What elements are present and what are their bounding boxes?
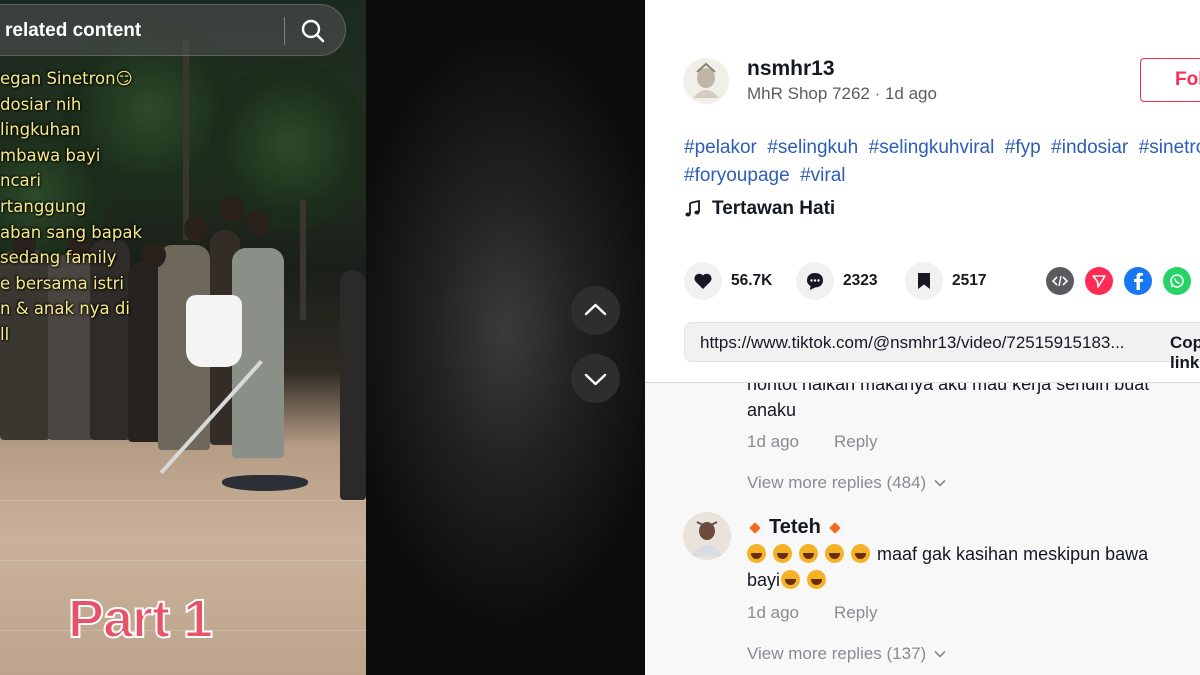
video-detail-panel: nsmhr13 MhR Shop 7262 · 1d ago Follow #p… [645, 0, 1200, 675]
diamond-icon [749, 521, 761, 534]
favorite-button[interactable]: 2517 [905, 262, 986, 300]
view-more-replies-label: View more replies (484) [747, 473, 927, 492]
search-icon[interactable] [299, 17, 327, 45]
view-more-replies-button[interactable]: View more replies (137) [747, 644, 946, 664]
comment-text: maaf gak kasihan meskipun bawa [747, 541, 1148, 567]
blurred-backdrop [366, 0, 645, 675]
comment-text: nontot naikan makanya aku mau kerja send… [747, 383, 1150, 394]
hashtag-link[interactable]: #pelakor [684, 137, 757, 158]
video-link-field[interactable]: https://www.tiktok.com/@nsmhr13/video/72… [684, 322, 1200, 372]
view-more-replies-button[interactable]: View more replies (484) [747, 473, 946, 493]
laughing-emoji-icon [773, 544, 792, 563]
author-avatar[interactable] [683, 58, 729, 104]
search-divider [284, 17, 285, 45]
music-note-icon [685, 200, 700, 217]
comment-count: 2323 [843, 272, 878, 289]
hashtag-link[interactable]: #fyp [1005, 137, 1041, 158]
laughing-emoji-icon [825, 544, 844, 563]
comment-icon [807, 273, 823, 290]
video-url: https://www.tiktok.com/@nsmhr13/video/72… [700, 333, 1125, 352]
comment-button[interactable]: 2323 [796, 262, 877, 300]
hashtag-list: #pelakor #selingkuh #selingkuhviral #fyp… [684, 134, 1200, 190]
next-video-button[interactable] [571, 354, 620, 403]
author-username[interactable]: nsmhr13 [747, 57, 835, 81]
save-count: 2517 [952, 272, 987, 289]
chevron-down-icon [584, 373, 607, 386]
previous-video-button[interactable] [571, 286, 620, 335]
diamond-icon [829, 521, 841, 534]
copy-link-button[interactable]: Copy link [1170, 333, 1200, 373]
like-button[interactable]: 56.7K [684, 262, 772, 300]
chevron-down-icon [934, 479, 946, 487]
hashtag-link[interactable]: #selingkuh [767, 137, 858, 158]
commenter-name[interactable]: Teteh [749, 516, 841, 539]
laughing-emoji-icon [807, 570, 827, 589]
commenter-avatar[interactable] [683, 512, 731, 560]
overlay-line: mbawa bayi [0, 145, 101, 165]
like-count: 56.7K [731, 272, 773, 289]
laughing-emoji-icon [747, 544, 766, 563]
bookmark-icon [918, 273, 930, 289]
hashtag-link[interactable]: #foryoupage [684, 165, 790, 186]
video-caption-overlay: egan Sinetron😏 dosiar nih lingkuhan mbaw… [0, 66, 200, 348]
overlay-line: ll [0, 324, 10, 344]
overlay-line: dosiar nih [0, 94, 82, 114]
overlay-line: aban sang bapak [0, 222, 143, 242]
mop-head [222, 475, 308, 491]
follow-button[interactable]: Follow [1140, 58, 1200, 102]
facebook-icon[interactable] [1124, 267, 1152, 295]
comment-time: 1d ago [747, 603, 799, 622]
video-area: egan Sinetron😏 dosiar nih lingkuhan mbaw… [0, 0, 645, 675]
overlay-line: n & anak nya di [0, 299, 130, 319]
hashtag-link[interactable]: #indosiar [1051, 137, 1128, 158]
heart-icon [694, 273, 712, 289]
video-player[interactable]: egan Sinetron😏 dosiar nih lingkuhan mbaw… [0, 0, 366, 675]
overlay-line: ncari [0, 171, 42, 191]
overlay-line: rtanggung [0, 196, 87, 216]
comment-text-body: bayi [747, 570, 781, 590]
view-more-replies-label: View more replies (137) [747, 644, 927, 663]
overlay-line: egan Sinetron😏 [0, 69, 133, 88]
music-link[interactable]: Tertawan Hati [684, 198, 835, 220]
laughing-emoji-icon [781, 570, 801, 589]
comment-time: 1d ago [747, 432, 799, 451]
laughing-emoji-icon [851, 544, 870, 563]
overlay-line: e bersama istri [0, 273, 124, 293]
search-bar[interactable]: related content [0, 4, 346, 56]
commenter-username: Teteh [769, 516, 821, 538]
laughing-emoji-icon [799, 544, 818, 563]
send-icon[interactable] [1085, 267, 1113, 295]
comment-text: bayi [747, 567, 833, 593]
overlay-line: lingkuhan [0, 120, 81, 140]
hashtag-link[interactable]: #viral [800, 165, 845, 186]
overlay-line: sedang family [0, 248, 117, 268]
search-input[interactable]: related content [5, 20, 141, 42]
author-subline: MhR Shop 7262 · 1d ago [747, 84, 937, 103]
comment-text: anaku [747, 400, 797, 420]
comment-text-body: maaf gak kasihan meskipun bawa [877, 544, 1149, 564]
comment-list: nontot naikan makanya aku mau kerja send… [645, 383, 1200, 675]
chevron-down-icon [934, 650, 946, 658]
whatsapp-icon[interactable] [1163, 267, 1191, 295]
hashtag-link[interactable]: #sinetron [1139, 137, 1200, 158]
part-label: Part 1 [67, 588, 214, 650]
reply-button[interactable]: Reply [834, 603, 877, 623]
embed-icon[interactable] [1046, 267, 1074, 295]
reply-button[interactable]: Reply [834, 432, 877, 452]
hashtag-link[interactable]: #selingkuhviral [869, 137, 995, 158]
music-title: Tertawan Hati [712, 198, 836, 219]
chevron-up-icon [584, 303, 607, 316]
